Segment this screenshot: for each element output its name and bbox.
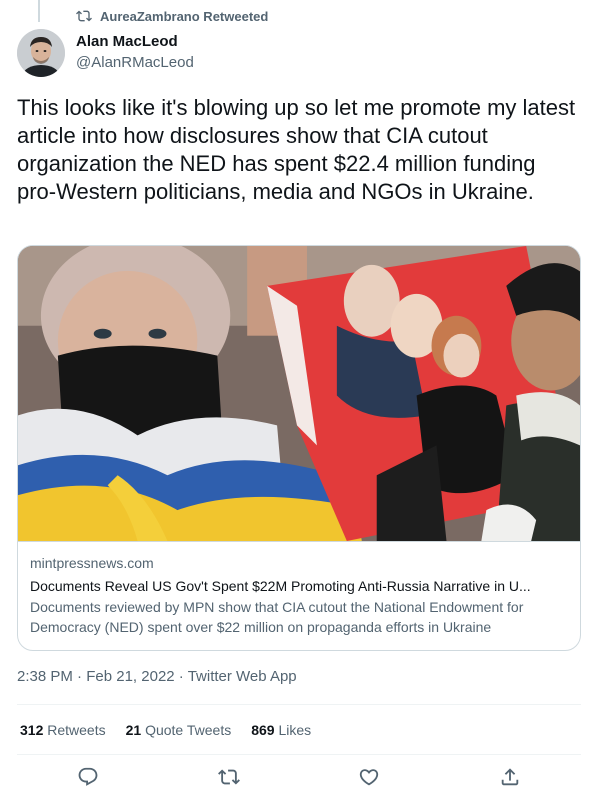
- likes-count: 869: [251, 722, 275, 738]
- retweet-context-text: AureaZambrano Retweeted: [100, 8, 269, 24]
- retweets-label: Retweets: [47, 722, 106, 738]
- author-handle[interactable]: @AlanRMacLeod: [76, 54, 194, 71]
- tweet-metadata: 2:38 PM · Feb 21, 2022 · Twitter Web App: [17, 668, 297, 685]
- thread-connector-line: [38, 0, 40, 22]
- card-domain: mintpressnews.com: [30, 555, 154, 571]
- quote-tweets-label: Quote Tweets: [145, 722, 232, 738]
- quote-tweets-count: 21: [125, 722, 142, 738]
- tweet-source[interactable]: Twitter Web App: [188, 668, 297, 685]
- likes-stat[interactable]: 869 Likes: [251, 722, 311, 738]
- quote-tweets-stat[interactable]: 21 Quote Tweets: [126, 722, 232, 738]
- avatar[interactable]: [17, 29, 65, 77]
- divider: [17, 704, 581, 705]
- reply-icon: [78, 767, 98, 786]
- retweet-context[interactable]: AureaZambrano Retweeted: [76, 8, 268, 24]
- like-icon: [359, 769, 379, 786]
- meta-separator: ·: [72, 668, 87, 685]
- retweets-stat[interactable]: 312 Retweets: [20, 722, 106, 738]
- retweet-button[interactable]: [218, 766, 242, 790]
- retweet-icon: [76, 10, 92, 22]
- card-image: [18, 246, 580, 542]
- reply-button[interactable]: [77, 766, 101, 790]
- avatar-image: [17, 29, 65, 77]
- divider: [17, 754, 581, 755]
- retweets-count: 312: [20, 722, 44, 738]
- tweet-time[interactable]: 2:38 PM: [17, 668, 73, 685]
- share-button[interactable]: [499, 766, 523, 790]
- engagement-stats: 312 Retweets 21 Quote Tweets 869 Likes: [20, 722, 311, 738]
- retweet-icon: [218, 769, 240, 785]
- share-icon: [501, 768, 519, 786]
- card-title: Documents Reveal US Gov't Spent $22M Pro…: [30, 578, 531, 594]
- author-name[interactable]: Alan MacLeod: [76, 33, 178, 50]
- like-button[interactable]: [358, 766, 382, 790]
- tweet-text: This looks like it's blowing up so let m…: [17, 95, 576, 204]
- tweet-date[interactable]: Feb 21, 2022: [86, 668, 174, 685]
- action-bar: [0, 766, 598, 794]
- card-description: Documents reviewed by MPN show that CIA …: [30, 599, 524, 635]
- link-card[interactable]: mintpressnews.com Documents Reveal US Go…: [17, 245, 581, 651]
- meta-separator: ·: [174, 668, 188, 685]
- likes-label: Likes: [278, 722, 312, 738]
